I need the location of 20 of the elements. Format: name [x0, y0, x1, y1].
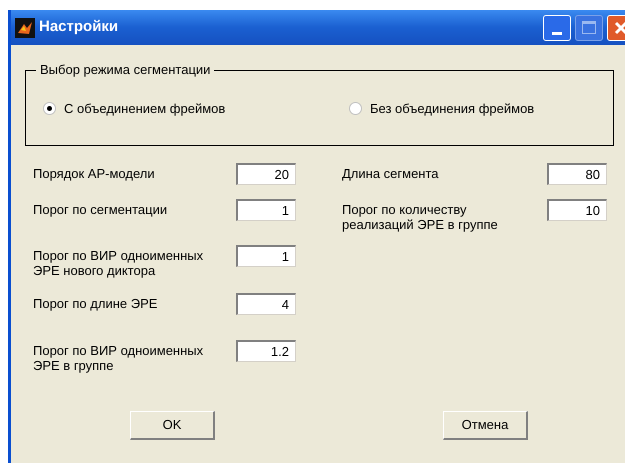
radio-option[interactable]: С объединением фреймов — [43, 99, 349, 118]
number-field[interactable]: 1 — [236, 199, 296, 221]
field-label: Порог по ВИР одноименных ЭРЕ в группе — [33, 343, 204, 373]
group-title: Выбор режима сегментации — [36, 62, 214, 78]
dialog-button[interactable]: Отмена — [443, 411, 528, 440]
radio-option[interactable]: Без объединения фреймов — [349, 99, 534, 118]
field-label: Порог по сегментации — [33, 202, 168, 217]
window-title: Настройки — [39, 17, 118, 38]
field-label: Порог по длине ЭРЕ — [33, 296, 158, 311]
field-label: Порядок АР-модели — [33, 166, 156, 181]
field-label: Порог по ВИР одноименных ЭРЕ нового диктора — [33, 248, 204, 278]
number-field[interactable]: 1.2 — [236, 340, 296, 362]
field-label: Порог по количеству реализаций ЭРЕ в группе — [342, 202, 499, 232]
dialog-button[interactable]: OK — [130, 411, 215, 440]
number-field[interactable]: 80 — [547, 163, 607, 185]
number-field[interactable]: 20 — [236, 163, 296, 185]
number-field[interactable]: 1 — [236, 245, 296, 267]
number-field[interactable]: 4 — [236, 293, 296, 315]
number-field[interactable]: 10 — [547, 199, 607, 221]
field-label: Длина сегмента — [342, 166, 440, 181]
